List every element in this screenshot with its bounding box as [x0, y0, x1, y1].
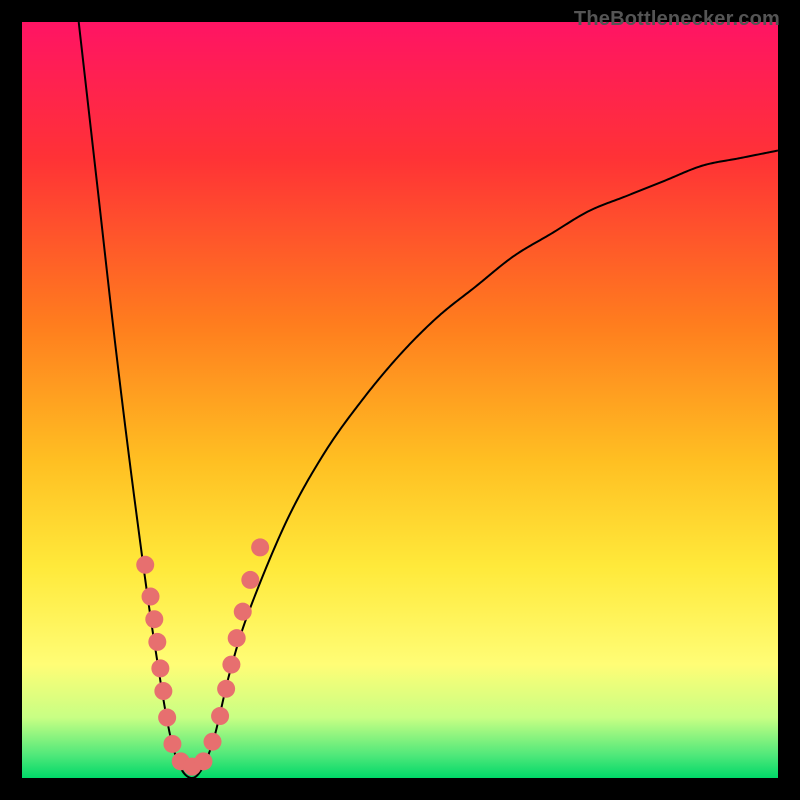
chart-frame: TheBottlenecker.com	[0, 0, 800, 800]
data-marker	[228, 629, 246, 647]
data-marker	[163, 735, 181, 753]
data-marker	[154, 682, 172, 700]
plot-area	[22, 22, 778, 778]
data-marker	[158, 709, 176, 727]
data-marker	[136, 556, 154, 574]
curve-layer	[22, 22, 778, 778]
bottleneck-curve	[79, 22, 778, 778]
data-marker	[204, 733, 222, 751]
data-marker	[251, 538, 269, 556]
data-marker	[211, 707, 229, 725]
data-marker	[142, 588, 160, 606]
watermark-text: TheBottlenecker.com	[574, 8, 780, 31]
data-marker	[194, 752, 212, 770]
data-marker	[148, 633, 166, 651]
data-marker	[151, 659, 169, 677]
data-marker	[234, 603, 252, 621]
data-marker	[222, 656, 240, 674]
data-marker	[145, 610, 163, 628]
data-marker	[217, 680, 235, 698]
data-marker	[241, 571, 259, 589]
